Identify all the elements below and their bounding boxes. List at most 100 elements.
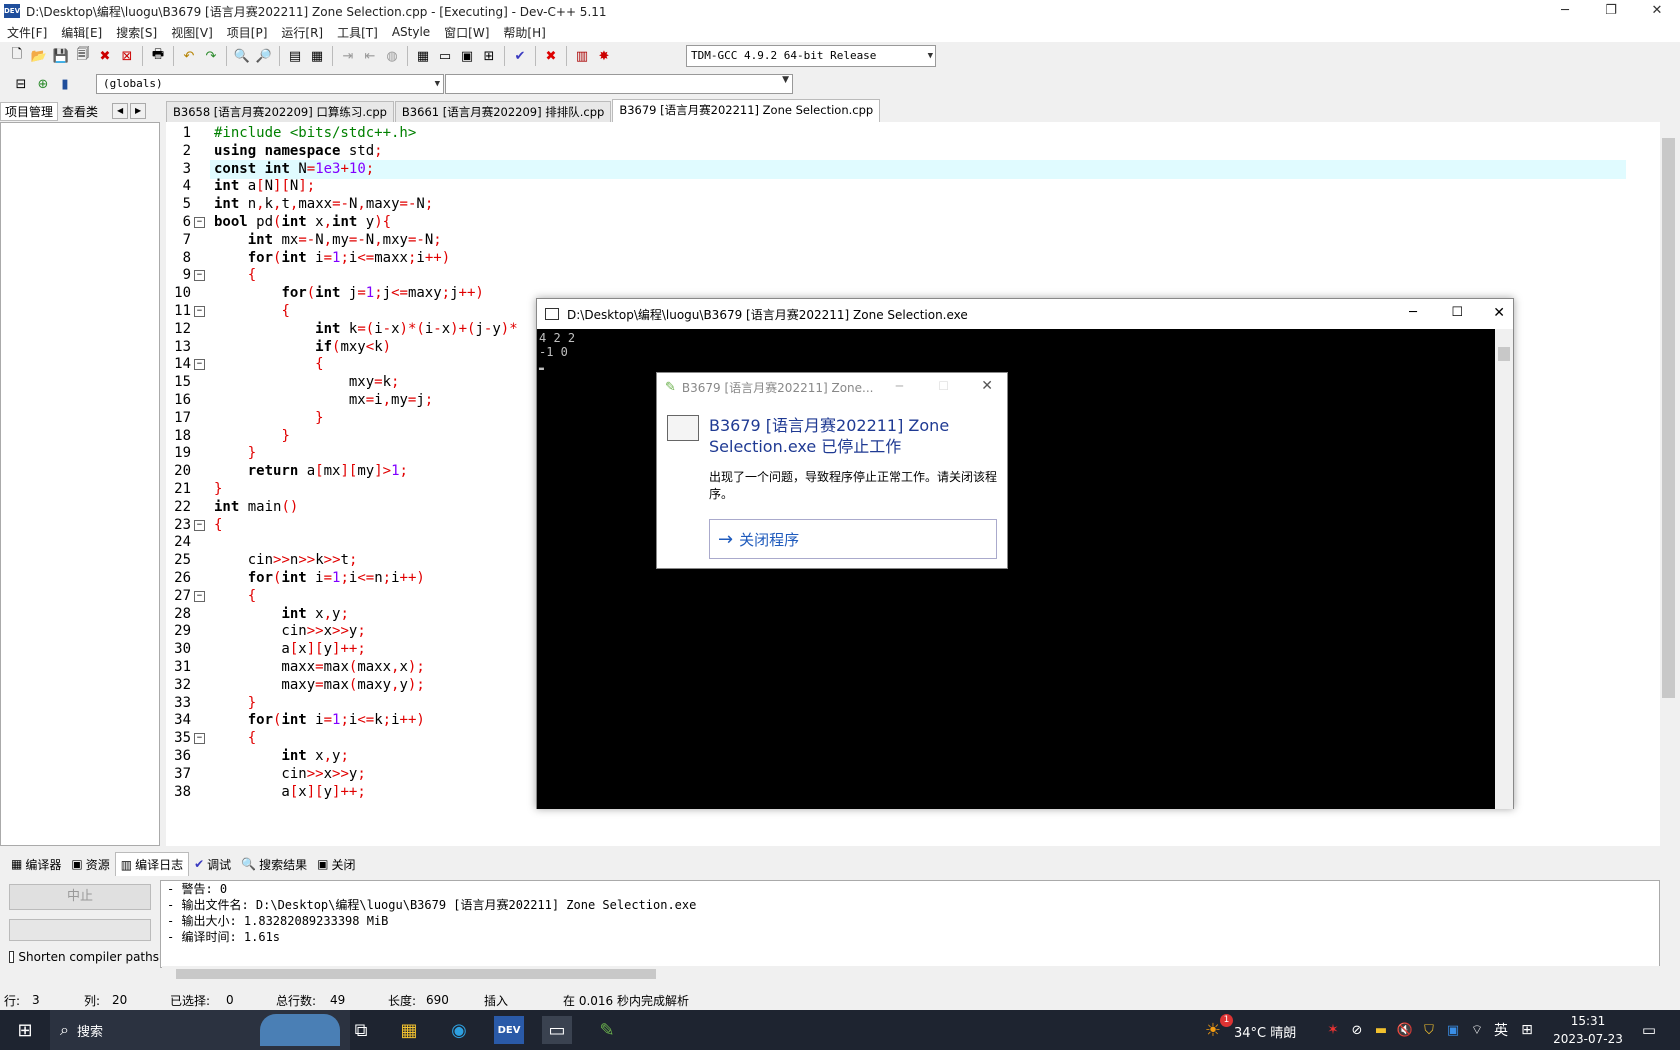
dialog-close-button[interactable]: ✕ xyxy=(981,378,993,394)
shorten-paths-checkbox[interactable]: Shorten compiler paths xyxy=(9,949,159,965)
scrollbar-thumb[interactable] xyxy=(176,969,656,979)
fold-toggle-icon[interactable]: − xyxy=(194,519,205,531)
console-maximize-button[interactable]: ☐ xyxy=(1451,305,1463,320)
add-to-project-icon[interactable]: ⊕ xyxy=(33,74,53,94)
scope-select[interactable]: (globals) ▼ xyxy=(96,74,444,94)
notification-center-icon[interactable]: ▭ xyxy=(1634,1016,1664,1044)
tab-compile-log[interactable]: ▥ 编译日志 xyxy=(114,852,190,876)
code-line[interactable]: int mx=-N,my=-N,mxy=-N; xyxy=(214,231,442,250)
code-line[interactable]: cin>>x>>y; xyxy=(214,765,365,784)
run-icon[interactable]: ▭ xyxy=(435,46,455,66)
menu-help[interactable]: 帮助[H] xyxy=(496,24,552,41)
dialog-title-bar[interactable]: ✎ B3679 [语言月赛202211] Zone... ─ ☐ ✕ xyxy=(657,373,1007,401)
code-line[interactable]: a[x][y]++; xyxy=(214,640,365,659)
editor-vertical-scrollbar[interactable] xyxy=(1660,122,1677,846)
menu-window[interactable]: 窗口[W] xyxy=(437,24,496,41)
menu-file[interactable]: 文件[F] xyxy=(0,24,54,41)
goto-line-icon[interactable]: ▤ xyxy=(285,46,305,66)
code-line[interactable]: } xyxy=(214,444,256,463)
menu-edit[interactable]: 编辑[E] xyxy=(54,24,109,41)
code-line[interactable]: { xyxy=(214,587,256,606)
close-button[interactable]: ✕ xyxy=(1634,0,1680,22)
replace-icon[interactable]: 🔎 xyxy=(254,46,274,66)
console-scrollbar[interactable] xyxy=(1495,329,1513,809)
taskbar-clock[interactable]: 15:31 2023-07-23 xyxy=(1548,1012,1628,1048)
code-line[interactable]: { xyxy=(214,516,222,535)
bookmark-icon[interactable]: ▦ xyxy=(307,46,327,66)
code-line[interactable]: bool pd(int x,int y){ xyxy=(214,213,391,232)
fold-toggle-icon[interactable]: − xyxy=(194,217,205,228)
close-all-icon[interactable]: ⊠ xyxy=(117,46,137,66)
syntax-check-icon[interactable]: ✔ xyxy=(510,46,530,66)
compile-icon[interactable]: ▦ xyxy=(413,46,433,66)
profile-icon[interactable]: ▥ xyxy=(572,46,592,66)
code-line[interactable]: #include <bits/stdc++.h> xyxy=(214,124,416,143)
task-view-icon[interactable]: ⧉ xyxy=(346,1016,376,1044)
devcpp-taskbar-icon[interactable]: DEV xyxy=(494,1016,524,1044)
close-file-icon[interactable]: ✖ xyxy=(95,46,115,66)
code-line[interactable]: mx=i,my=j; xyxy=(214,391,433,410)
redo-icon[interactable]: ↷ xyxy=(201,46,221,66)
console-title-bar[interactable]: D:\Desktop\编程\luogu\B3679 [语言月赛202211] Z… xyxy=(537,299,1513,329)
compile-log-pane[interactable]: - 警告: 0 - 输出文件名: D:\Desktop\编程\luogu\B36… xyxy=(160,880,1660,968)
tab-compiler[interactable]: ▦ 编译器 xyxy=(6,856,66,873)
undo-icon[interactable]: ↶ xyxy=(179,46,199,66)
close-program-button[interactable]: → 关闭程序 xyxy=(709,519,997,559)
function-select[interactable]: ▼ xyxy=(445,74,793,94)
stop-execution-icon[interactable]: ✖ xyxy=(541,46,561,66)
menu-run[interactable]: 运行[R] xyxy=(274,24,330,41)
menu-tools[interactable]: 工具[T] xyxy=(330,24,385,41)
menu-astyle[interactable]: AStyle xyxy=(385,25,437,39)
code-line[interactable]: using namespace std; xyxy=(214,142,383,161)
fold-toggle-icon[interactable]: − xyxy=(194,270,205,282)
log-horizontal-scrollbar[interactable] xyxy=(162,966,1660,982)
tab-scroll-left-icon[interactable]: ◀ xyxy=(112,103,129,119)
debug-icon[interactable]: ✸ xyxy=(594,46,614,66)
fold-toggle-icon[interactable]: − xyxy=(194,359,205,371)
fold-toggle-icon[interactable]: − xyxy=(194,733,205,745)
checkbox-box[interactable] xyxy=(9,951,15,963)
code-line[interactable]: { xyxy=(214,302,289,321)
toggle-comment-icon[interactable]: ◍ xyxy=(382,46,402,66)
code-line[interactable]: for(int i=1;i<=k;i++) xyxy=(214,711,425,730)
code-line[interactable]: int n,k,t,maxx=-N,maxy=-N; xyxy=(214,195,433,214)
code-line[interactable]: { xyxy=(214,355,323,374)
ime-mode-icon[interactable]: ⊞ xyxy=(1512,1016,1542,1044)
compile-run-icon[interactable]: ▣ xyxy=(457,46,477,66)
taskbar-search-box[interactable]: ⌕ 搜索 xyxy=(50,1010,350,1050)
code-line[interactable]: for(int i=1;i<=maxx;i++) xyxy=(214,249,450,268)
code-line[interactable]: } xyxy=(214,480,222,499)
file-tab[interactable]: B3661 [语言月赛202209] 排排队.cpp xyxy=(394,101,612,122)
code-line[interactable]: maxy=max(maxy,y); xyxy=(214,676,424,695)
code-line[interactable]: cin>>n>>k>>t; xyxy=(214,551,358,570)
code-line[interactable]: } xyxy=(214,409,323,428)
fold-toggle-icon[interactable]: − xyxy=(194,590,205,602)
code-line[interactable]: { xyxy=(214,266,256,285)
console-taskbar-icon[interactable]: ▭ xyxy=(542,1016,572,1044)
store-icon[interactable]: ▦ xyxy=(394,1016,424,1044)
tab-debug[interactable]: ✔ 调试 xyxy=(189,856,236,873)
project-tree-panel[interactable] xyxy=(0,122,160,846)
code-line[interactable]: int a[N][N]; xyxy=(214,177,315,196)
new-file-icon[interactable]: 🗋 xyxy=(7,46,27,66)
file-tab[interactable]: B3658 [语言月赛202209] 口算练习.cpp xyxy=(166,101,394,122)
menu-project[interactable]: 项目[P] xyxy=(220,24,275,41)
tab-project-manager[interactable]: 项目管理 xyxy=(0,101,59,121)
menu-view[interactable]: 视图[V] xyxy=(164,24,220,41)
console-minimize-button[interactable]: ─ xyxy=(1409,305,1417,320)
code-line[interactable]: } xyxy=(214,694,256,713)
windows-start-icon[interactable]: ⊞ xyxy=(10,1016,40,1044)
minimize-button[interactable]: ─ xyxy=(1542,0,1588,22)
print-icon[interactable]: 🖶 xyxy=(148,46,168,66)
console-close-button[interactable]: ✕ xyxy=(1493,305,1505,321)
maximize-button[interactable]: ❐ xyxy=(1588,0,1634,22)
tab-search-results[interactable]: 🔍 搜索结果 xyxy=(236,856,312,873)
menu-search[interactable]: 搜索[S] xyxy=(109,24,164,41)
indent-icon[interactable]: ⇥ xyxy=(338,46,358,66)
tab-resources[interactable]: ▣ 资源 xyxy=(66,856,114,873)
code-line[interactable]: mxy=k; xyxy=(214,373,400,392)
code-line[interactable]: cin>>x>>y; xyxy=(214,622,365,641)
new-project-icon[interactable]: ⊟ xyxy=(11,74,31,94)
scrollbar-thumb[interactable] xyxy=(1662,138,1675,698)
find-icon[interactable]: 🔍 xyxy=(232,46,252,66)
